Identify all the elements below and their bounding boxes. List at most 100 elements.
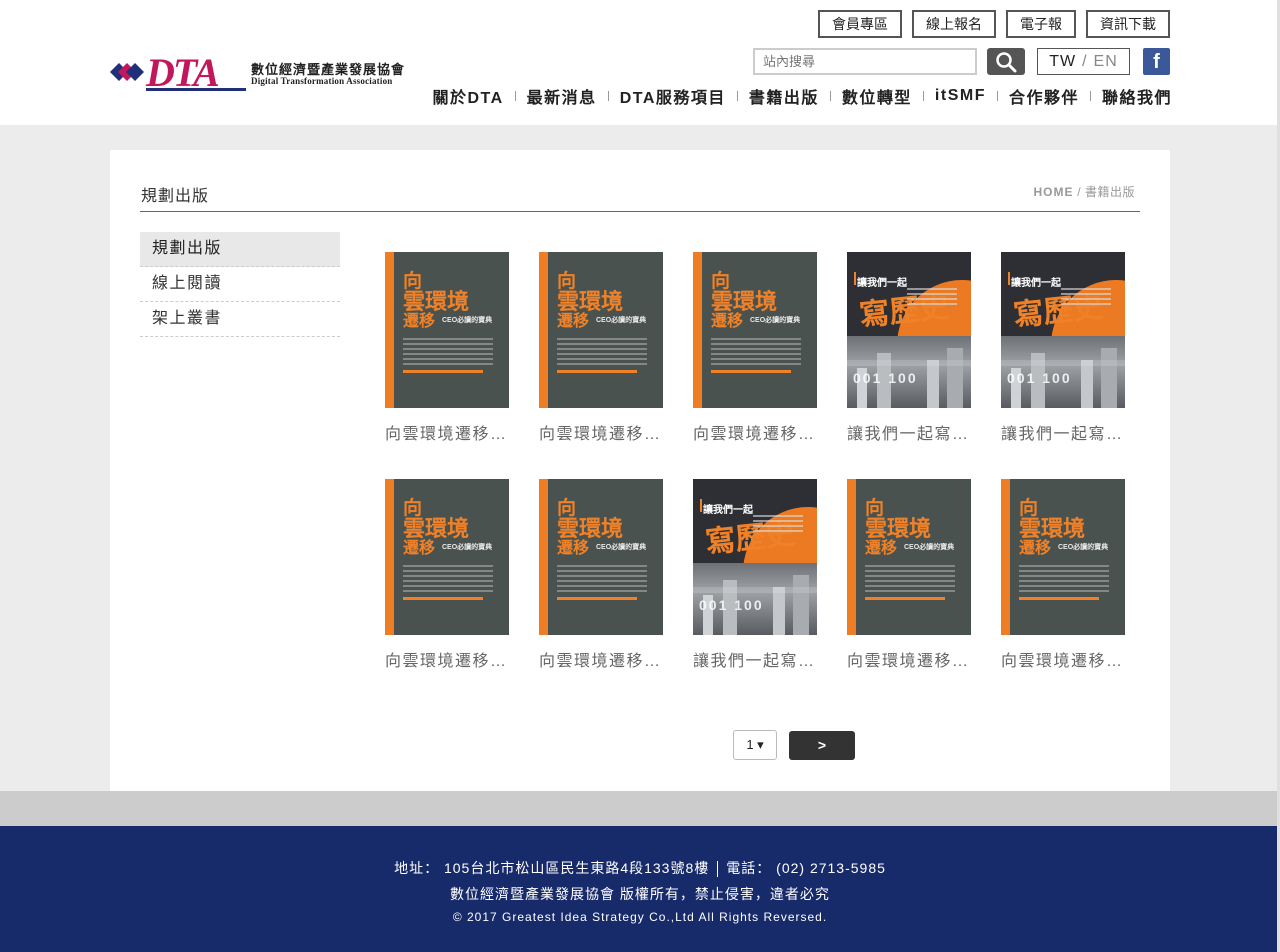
page-select[interactable]: 1 ▾: [733, 730, 777, 760]
book-cover[interactable]: 001 100 讓我們一起 寫歷史: [1001, 252, 1125, 408]
nav-about[interactable]: 關於DTA: [432, 84, 503, 108]
book-cover[interactable]: 向雲環境 遷移 CEO必讀的寶典: [1001, 479, 1125, 635]
cover-accent-line: [403, 370, 483, 373]
cover-title-line: 遷移: [1019, 538, 1052, 557]
sidebar-item-shelf-books[interactable]: 架上叢書: [140, 302, 340, 337]
sidebar: 規劃出版 線上閱讀 架上叢書: [140, 232, 340, 337]
book-cover[interactable]: 向雲環境 遷移 CEO必讀的寶典: [539, 479, 663, 635]
book-title[interactable]: 向雲環境遷移…: [539, 420, 663, 444]
search-input[interactable]: [753, 48, 977, 75]
cover-accent-line: [711, 370, 791, 373]
lang-tw[interactable]: TW: [1049, 53, 1076, 71]
footer-rights: 數位經濟暨產業發展協會 版權所有，禁止侵害，違者必究: [450, 886, 830, 902]
breadcrumb-current[interactable]: 書籍出版: [1085, 185, 1135, 199]
nav-divider: [922, 91, 924, 101]
cover-accent-line: [557, 370, 637, 373]
cover-text-lines: [907, 288, 957, 308]
book-title[interactable]: 讓我們一起寫…: [1001, 420, 1125, 444]
cover-subtitle: CEO必讀的寶典: [596, 317, 647, 324]
top-buttons: 會員專區 線上報名 電子報 資訊下載: [818, 10, 1170, 38]
member-area-button[interactable]: 會員專區: [818, 10, 902, 38]
cover-digits: 001 100: [699, 597, 764, 613]
book-title[interactable]: 向雲環境遷移…: [847, 647, 971, 671]
cover-subtitle: CEO必讀的寶典: [904, 544, 955, 551]
search-icon: [996, 51, 1017, 72]
dta-logo-icon: DTA: [110, 50, 246, 95]
cover-spine: [539, 479, 548, 635]
book-cover[interactable]: 向雲環境 遷移 CEO必讀的寶典: [385, 252, 509, 408]
cover-accent-bar: [1008, 272, 1010, 285]
cover-subtitle: CEO必讀的寶典: [750, 317, 801, 324]
cover-text-lines: [865, 565, 955, 595]
cover-digits: 001 100: [853, 370, 918, 386]
newsletter-button[interactable]: 電子報: [1006, 10, 1076, 38]
book-title[interactable]: 向雲環境遷移…: [1001, 647, 1125, 671]
nav-contact[interactable]: 聯絡我們: [1102, 84, 1172, 108]
book-cover[interactable]: 向雲環境 遷移 CEO必讀的寶典: [385, 479, 509, 635]
online-register-button[interactable]: 線上報名: [912, 10, 996, 38]
book-title[interactable]: 讓我們一起寫…: [847, 420, 971, 444]
cover-accent-line: [865, 597, 945, 600]
nav-divider: [829, 91, 831, 101]
book-title[interactable]: 讓我們一起寫…: [693, 647, 817, 671]
nav-digital-transformation[interactable]: 數位轉型: [842, 84, 912, 108]
book-item[interactable]: 向雲環境 遷移 CEO必讀的寶典 向雲環境遷移…: [693, 252, 817, 444]
sidebar-item-planned-publishing[interactable]: 規劃出版: [140, 232, 340, 267]
book-item[interactable]: 001 100 讓我們一起 寫歷史讓我們一起寫…: [693, 479, 817, 671]
next-page-button[interactable]: >: [789, 731, 855, 760]
cover-title-line: 遷移: [711, 311, 744, 330]
book-cover[interactable]: 向雲環境 遷移 CEO必讀的寶典: [539, 252, 663, 408]
book-cover[interactable]: 001 100 讓我們一起 寫歷史: [847, 252, 971, 408]
sidebar-item-online-reading[interactable]: 線上閱讀: [140, 267, 340, 302]
nav-books[interactable]: 書籍出版: [749, 84, 819, 108]
book-item[interactable]: 向雲環境 遷移 CEO必讀的寶典向雲環境遷移…: [847, 479, 971, 671]
book-title[interactable]: 向雲環境遷移…: [385, 420, 509, 444]
book-item[interactable]: 向雲環境 遷移 CEO必讀的寶典向雲環境遷移…: [385, 479, 509, 671]
breadcrumb-separator: /: [1077, 185, 1082, 199]
facebook-icon[interactable]: f: [1143, 48, 1170, 75]
nav-divider: [1089, 91, 1091, 101]
breadcrumb-home[interactable]: HOME: [1033, 185, 1073, 199]
book-item[interactable]: 向雲環境 遷移 CEO必讀的寶典向雲環境遷移…: [385, 252, 509, 444]
cover-text-lines: [403, 338, 493, 368]
book-item[interactable]: 向雲環境 遷移 CEO必讀的寶典向雲環境遷移…: [1001, 479, 1125, 671]
cover-text-lines: [1061, 288, 1111, 308]
content-card: 規劃出版 HOME / 書籍出版 規劃出版 線上閱讀 架上叢書 向雲環境 遷移 CE…: [110, 150, 1170, 791]
cover-strip: [1001, 360, 1125, 366]
cover-text-lines: [753, 515, 803, 535]
dta-logo[interactable]: DTA 數位經濟暨產業發展協會 Digital Transformation A…: [110, 50, 404, 95]
lang-en[interactable]: EN: [1094, 53, 1118, 71]
book-title[interactable]: 向雲環境遷移…: [693, 420, 817, 444]
language-switcher: TW / EN: [1037, 48, 1130, 75]
nav-partners[interactable]: 合作夥伴: [1009, 84, 1079, 108]
footer-phone: 電話： (02) 2713-5985: [726, 860, 886, 876]
book-cover[interactable]: 向雲環境 遷移 CEO必讀的寶典: [847, 479, 971, 635]
svg-text:DTA: DTA: [145, 50, 219, 94]
page-title: 規劃出版: [141, 188, 210, 205]
book-item[interactable]: 向雲環境 遷移 CEO必讀的寶典向雲環境遷移…: [539, 252, 663, 444]
search-button[interactable]: [987, 48, 1025, 75]
cover-accent-line: [557, 597, 637, 600]
cover-title-line: 遷移: [403, 538, 436, 557]
cover-spine: [385, 479, 394, 635]
book-cover[interactable]: 001 100 讓我們一起 寫歷史: [693, 479, 817, 635]
cover-subtitle: CEO必讀的寶典: [442, 317, 493, 324]
breadcrumb: HOME / 書籍出版: [1033, 183, 1135, 200]
nav-divider: [996, 91, 998, 101]
nav-services[interactable]: DTA服務項目: [620, 84, 726, 108]
lang-separator: /: [1082, 52, 1088, 70]
book-cover[interactable]: 向雲環境 遷移 CEO必讀的寶典: [693, 252, 817, 408]
book-item[interactable]: 向雲環境 遷移 CEO必讀的寶典向雲環境遷移…: [539, 479, 663, 671]
nav-news[interactable]: 最新消息: [527, 84, 597, 108]
cover-spine: [385, 252, 394, 408]
book-item[interactable]: 001 100 讓我們一起 寫歷史讓我們一起寫…: [847, 252, 971, 444]
book-title[interactable]: 向雲環境遷移…: [385, 647, 509, 671]
footer-address: 地址： 105台北市松山區民生東路4段133號8樓: [394, 860, 710, 876]
downloads-button[interactable]: 資訊下載: [1086, 10, 1170, 38]
nav-itsmf[interactable]: itSMF: [935, 87, 986, 105]
book-item[interactable]: 001 100 讓我們一起 寫歷史讓我們一起寫…: [1001, 252, 1125, 444]
book-title[interactable]: 向雲環境遷移…: [539, 647, 663, 671]
cover-strip: [847, 360, 971, 366]
site-header: DTA 數位經濟暨產業發展協會 Digital Transformation A…: [0, 0, 1280, 125]
footer-band: [0, 791, 1280, 826]
